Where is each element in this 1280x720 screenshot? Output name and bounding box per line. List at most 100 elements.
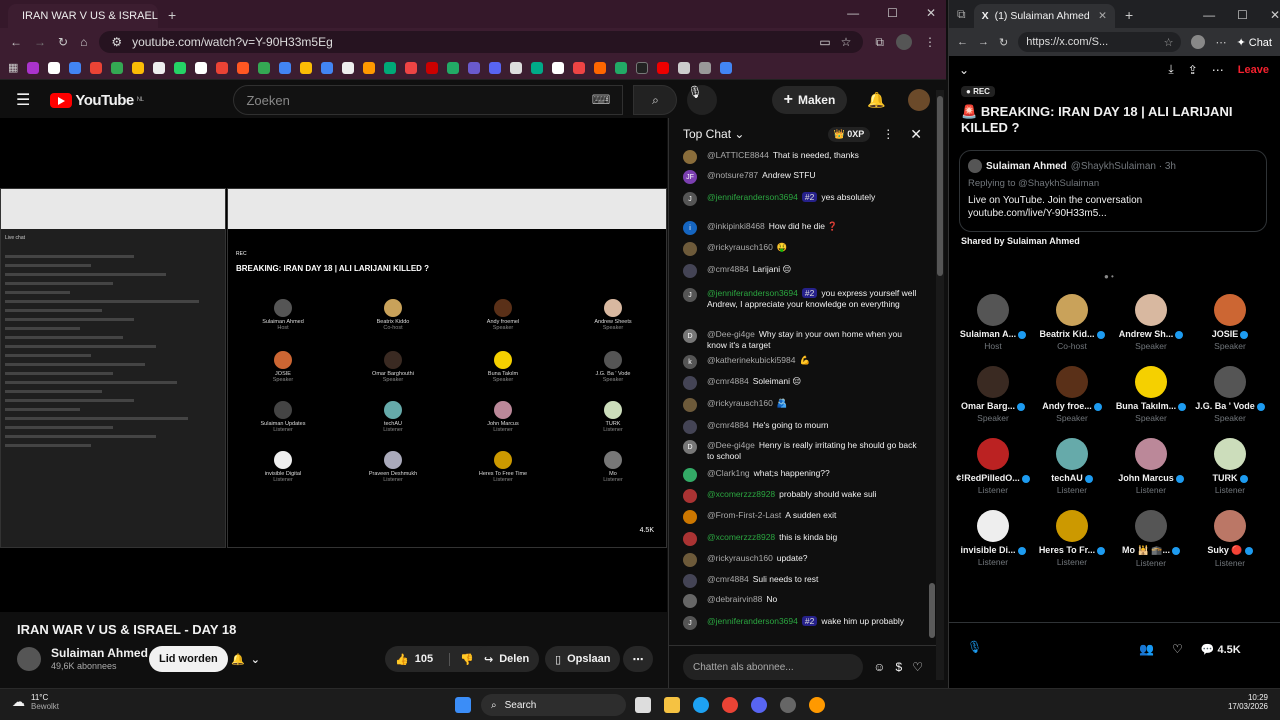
- microphone-icon[interactable]: 🎙: [687, 85, 718, 115]
- hamburger-menu-icon[interactable]: ☰: [16, 90, 30, 110]
- tab-x[interactable]: X (1) Sulaiman Ahmed (@ShaykhSul... ✕: [973, 4, 1115, 28]
- chat-message[interactable]: @cmr4884 Larijani 😔: [683, 264, 919, 278]
- clock[interactable]: 10:29 17/03/2026: [1228, 693, 1268, 711]
- chat-author[interactable]: @debrairvin88: [707, 594, 762, 604]
- home-icon[interactable]: ⌂: [80, 35, 87, 49]
- space-participant[interactable]: John Marcus Listener: [1111, 438, 1191, 495]
- space-participant[interactable]: Sulaiman A... Host: [953, 294, 1033, 351]
- bookmark-icon[interactable]: [489, 61, 502, 74]
- copilot-chat-button[interactable]: ✦ Chat: [1236, 36, 1272, 49]
- emoji-icon[interactable]: ☺: [873, 660, 885, 674]
- right-address-bar[interactable]: https://x.com/S... ☆: [1018, 32, 1182, 52]
- new-tab-icon[interactable]: +: [1125, 7, 1133, 23]
- chat-author[interactable]: @xcomerzzz8928: [707, 489, 775, 499]
- space-participant[interactable]: Mo 🕌 🕋... Listener: [1111, 510, 1191, 568]
- weather-widget[interactable]: ☁ 11°C Bewolkt: [12, 693, 59, 711]
- bookmark-icon[interactable]: [720, 61, 733, 74]
- task-view-icon[interactable]: [635, 697, 651, 713]
- minimize-icon[interactable]: —: [847, 6, 859, 20]
- space-participant[interactable]: Andrew Sh... Speaker: [1111, 294, 1191, 351]
- bookmark-icon[interactable]: [216, 61, 229, 74]
- pinned-tweet[interactable]: Sulaiman Ahmed @ShaykhSulaiman · 3h Repl…: [959, 150, 1267, 232]
- chat-author[interactable]: @cmr4884: [707, 574, 749, 584]
- keyboard-icon[interactable]: ⌨: [592, 92, 611, 108]
- space-participant[interactable]: Buna Takılm... Speaker: [1111, 366, 1191, 423]
- bookmark-icon[interactable]: [447, 61, 460, 74]
- chat-author[interactable]: @jenniferanderson3694: [707, 288, 798, 298]
- space-participant[interactable]: Beatrix Kid... Co-host: [1032, 294, 1112, 351]
- space-participant[interactable]: Suky 🔴 Listener: [1190, 510, 1270, 568]
- close-window-icon[interactable]: ✕: [1270, 8, 1280, 22]
- bookmark-icon[interactable]: [426, 61, 439, 74]
- chat-message[interactable]: @cmr4884 Suli needs to rest: [683, 574, 919, 588]
- chat-message[interactable]: @cmr4884 He's going to mourn: [683, 420, 919, 434]
- dislike-icon[interactable]: 👎: [449, 652, 474, 666]
- bookmark-icon[interactable]: [594, 61, 607, 74]
- notifications-bell-icon[interactable]: 🔔: [867, 91, 886, 109]
- share-icon[interactable]: ⇪: [1188, 63, 1198, 77]
- app-icon[interactable]: [780, 697, 796, 713]
- xp-badge[interactable]: 👑 0XP: [827, 126, 871, 142]
- close-window-icon[interactable]: ✕: [926, 6, 936, 20]
- bookmark-icon[interactable]: [636, 61, 649, 74]
- collapse-chevron-icon[interactable]: ⌄: [959, 63, 969, 77]
- bookmark-icon[interactable]: [573, 61, 586, 74]
- bookmark-icon[interactable]: [678, 61, 691, 74]
- bookmark-icon[interactable]: [300, 61, 313, 74]
- youtube-logo[interactable]: YouTube NL: [50, 92, 144, 109]
- bookmark-icon[interactable]: [510, 61, 523, 74]
- channel-avatar[interactable]: [17, 647, 41, 671]
- bookmark-icon[interactable]: [699, 61, 712, 74]
- chat-author[interactable]: @cmr4884: [707, 420, 749, 430]
- more-actions-button[interactable]: ⋯: [623, 646, 653, 672]
- chat-message[interactable]: @Clark1ng what;s happening??: [683, 468, 919, 482]
- address-bar[interactable]: ⚙ youtube.com/watch?v=Y-90H33m5Eg ▭ ☆: [99, 31, 864, 53]
- chat-more-icon[interactable]: ⋮: [882, 127, 894, 141]
- people-icon[interactable]: 👥: [1139, 642, 1154, 656]
- listener-count[interactable]: 💬 4.5K: [1201, 643, 1241, 656]
- forward-icon[interactable]: →: [978, 36, 989, 48]
- chat-author[interactable]: @jenniferanderson3694: [707, 192, 798, 202]
- favorites-icon[interactable]: ☆: [1164, 36, 1174, 49]
- new-tab-icon[interactable]: +: [168, 7, 176, 23]
- chat-message[interactable]: @debrairvin88 No: [683, 594, 919, 608]
- bookmark-icon[interactable]: [531, 61, 544, 74]
- bookmark-star-icon[interactable]: ☆: [841, 35, 852, 49]
- chrome-icon[interactable]: [722, 697, 738, 713]
- edge-icon[interactable]: [693, 697, 709, 713]
- chat-author[interactable]: @rickyrausch160: [707, 398, 773, 408]
- forward-icon[interactable]: →: [34, 35, 46, 49]
- chat-author[interactable]: @Dee-gi4ge: [707, 440, 755, 450]
- like-icon[interactable]: 👍: [395, 653, 409, 666]
- chat-author[interactable]: @Dee-gi4ge: [707, 329, 755, 339]
- heart-icon[interactable]: ♡: [912, 660, 923, 674]
- profile-avatar[interactable]: [896, 34, 912, 50]
- reactions-icon[interactable]: ♡: [1172, 642, 1183, 656]
- chat-author[interactable]: @cmr4884: [707, 264, 749, 274]
- create-button[interactable]: + Maken: [771, 86, 848, 114]
- chat-author[interactable]: @inkipinki8468: [707, 221, 765, 231]
- space-participant[interactable]: invisible Di... Listener: [953, 510, 1033, 567]
- channel-name[interactable]: Sulaiman Ahmed: [51, 646, 148, 660]
- discord-icon[interactable]: [751, 697, 767, 713]
- chat-author[interactable]: @Clark1ng: [707, 468, 750, 478]
- space-participant[interactable]: ¢!RedPilledO... Listener: [953, 438, 1033, 495]
- chat-message[interactable]: @rickyrausch160 🤑: [683, 242, 919, 256]
- bookmark-icon[interactable]: [342, 61, 355, 74]
- menu-icon[interactable]: ⋮: [924, 35, 936, 49]
- chat-author[interactable]: @jenniferanderson3694: [707, 616, 798, 626]
- chat-author[interactable]: @katherinekubicki5984: [707, 355, 796, 365]
- close-chat-icon[interactable]: ✕: [910, 126, 922, 143]
- bookmark-icon[interactable]: [48, 61, 61, 74]
- chat-author[interactable]: @rickyrausch160: [707, 242, 773, 252]
- chat-message[interactable]: i @inkipinki8468 How did he die ❓: [683, 221, 919, 235]
- space-participant[interactable]: techAU Listener: [1032, 438, 1112, 495]
- maximize-icon[interactable]: ☐: [887, 6, 898, 20]
- chat-input[interactable]: Chatten als abonnee...: [683, 654, 864, 680]
- close-tab-icon[interactable]: ✕: [1098, 10, 1107, 22]
- bookmark-icon[interactable]: [195, 61, 208, 74]
- save-button[interactable]: ▯ Opslaan: [545, 646, 621, 672]
- space-participant[interactable]: JOSIE Speaker: [1190, 294, 1270, 351]
- bookmark-icon[interactable]: [237, 61, 250, 74]
- back-icon[interactable]: ←: [10, 35, 22, 49]
